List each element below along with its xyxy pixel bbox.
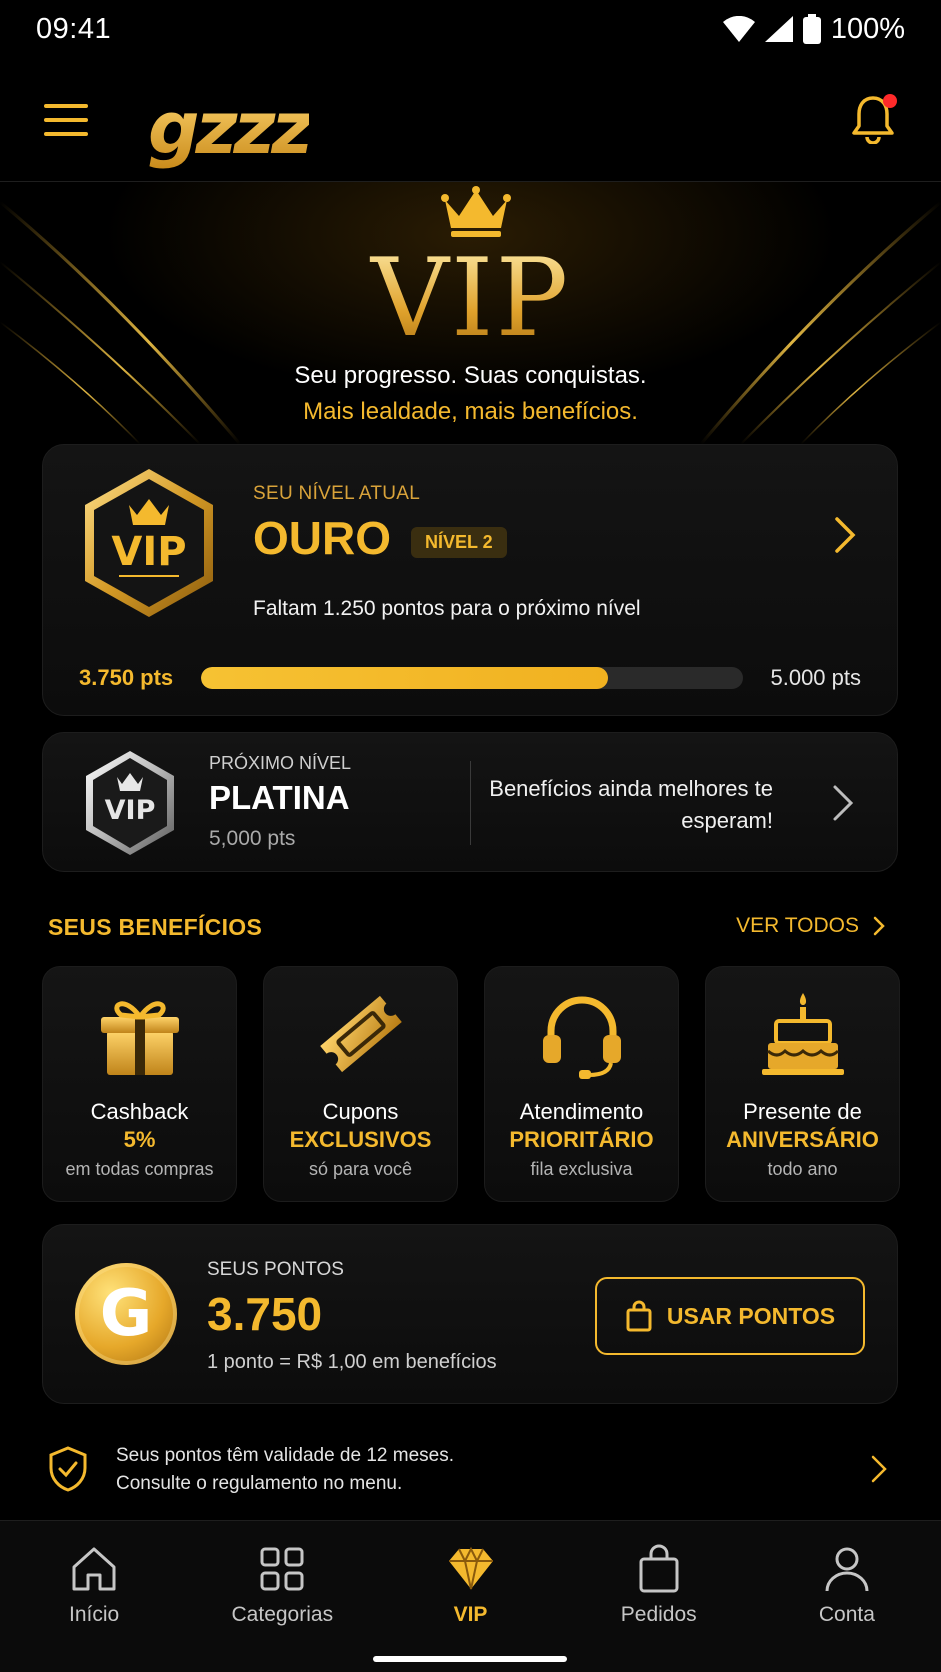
points-conversion-rule: 1 ponto = R$ 1,00 em benefícios xyxy=(207,1351,497,1373)
vip-hero: VIP Seu progresso. Suas conquistas. Mais… xyxy=(0,182,941,444)
notice-line-2: Consulte o regulamento no menu. xyxy=(116,1473,403,1494)
next-level-name: PLATINA xyxy=(209,779,350,816)
benefit-caption: todo ano xyxy=(767,1159,838,1179)
status-bar: 09:41 100% xyxy=(0,0,941,58)
hero-tagline: Mais lealdade, mais benefícios. xyxy=(303,398,638,425)
person-icon xyxy=(825,1547,869,1592)
benefit-highlight: EXCLUSIVOS xyxy=(289,1127,432,1152)
bag-icon xyxy=(639,1544,679,1593)
nav-item-account[interactable]: Conta xyxy=(753,1521,941,1672)
level-number-badge: NÍVEL 2 xyxy=(411,527,507,558)
chevron-right-icon xyxy=(871,1455,887,1483)
points-label: SEUS PONTOS xyxy=(207,1259,344,1280)
home-indicator[interactable] xyxy=(373,1656,567,1662)
menu-icon[interactable] xyxy=(44,104,88,140)
next-level-message: Benefícios ainda melhores te esperam! xyxy=(489,776,773,833)
nav-item-orders[interactable]: Pedidos xyxy=(565,1521,753,1672)
gift-icon xyxy=(101,1001,179,1075)
divider xyxy=(470,761,471,845)
use-points-button[interactable]: USAR PONTOS xyxy=(595,1277,865,1355)
benefit-card-coupons[interactable]: Cupons EXCLUSIVOS só para você xyxy=(263,966,458,1202)
cake-icon xyxy=(762,993,844,1075)
nav-label: Pedidos xyxy=(620,1603,697,1626)
current-level-card[interactable]: VIP SEU NÍVEL ATUAL OURO NÍVEL 2 Faltam … xyxy=(42,444,898,716)
notification-dot xyxy=(883,94,897,108)
points-remaining-text: Faltam 1.250 pontos para o próximo nível xyxy=(253,597,641,620)
use-points-label: USAR PONTOS xyxy=(666,1302,836,1329)
benefit-title: Atendimento xyxy=(519,1099,644,1124)
shield-check-icon xyxy=(49,1446,87,1492)
vip-platinum-badge-icon: VIP xyxy=(86,751,174,855)
wifi-icon xyxy=(722,16,755,42)
signal-icon xyxy=(764,16,793,42)
benefits-grid: Cashback 5% em todas compras Cupons EXCL… xyxy=(42,966,900,1202)
next-level-points: 5,000 pts xyxy=(209,827,296,850)
app-logo[interactable]: gzzz xyxy=(148,86,313,170)
headset-icon xyxy=(543,996,621,1079)
badge-vip-text: VIP xyxy=(105,795,156,826)
benefit-caption: fila exclusiva xyxy=(530,1159,633,1179)
nav-label: Categorias xyxy=(231,1603,334,1626)
current-points: 3.750 pts xyxy=(79,665,174,690)
battery-percent: 100% xyxy=(830,12,905,45)
badge-vip-text: VIP xyxy=(111,529,186,575)
chevron-right-icon[interactable] xyxy=(833,515,857,555)
status-icons: 100% xyxy=(722,12,905,46)
crown-icon xyxy=(441,186,511,237)
notice-line-1: Seus pontos têm validade de 12 meses. xyxy=(116,1445,454,1466)
see-all-label: VER TODOS xyxy=(736,914,859,937)
nav-label: Início xyxy=(69,1603,120,1626)
benefit-title: Cupons xyxy=(322,1099,399,1124)
benefit-title: Presente de xyxy=(743,1099,862,1124)
diamond-icon xyxy=(448,1546,493,1590)
benefit-card-birthday[interactable]: Presente de ANIVERSÁRIO todo ano xyxy=(705,966,900,1202)
benefit-caption: em todas compras xyxy=(65,1159,214,1179)
next-level-card[interactable]: VIP PRÓXIMO NÍVEL PLATINA 5,000 pts Bene… xyxy=(42,732,898,872)
nav-item-vip[interactable]: VIP xyxy=(376,1521,564,1672)
see-all-benefits-link[interactable]: VER TODOS xyxy=(736,914,885,938)
home-icon xyxy=(72,1547,116,1591)
bottom-navigation: Início Categorias VIP Pedidos Conta xyxy=(0,1520,941,1672)
notice-text: Seus pontos têm validade de 12 meses. Co… xyxy=(116,1442,454,1498)
chevron-right-icon xyxy=(873,916,885,936)
benefit-highlight: ANIVERSÁRIO xyxy=(726,1127,879,1152)
points-validity-notice[interactable]: Seus pontos têm validade de 12 meses. Co… xyxy=(48,1438,898,1500)
shopping-bag-icon xyxy=(626,1300,652,1332)
current-level-name: OURO xyxy=(253,512,391,564)
chevron-right-icon[interactable] xyxy=(831,783,855,823)
vip-gold-badge-icon: VIP xyxy=(85,469,213,617)
vip-title: VIP xyxy=(0,236,941,361)
status-time: 09:41 xyxy=(36,12,112,45)
points-coin-icon: G xyxy=(75,1263,177,1365)
nav-label: VIP xyxy=(453,1603,488,1626)
points-value: 3.750 xyxy=(207,1288,323,1340)
benefit-highlight: 5% xyxy=(123,1127,156,1152)
benefit-highlight: PRIORITÁRIO xyxy=(509,1127,654,1152)
points-card: G SEUS PONTOS 3.750 1 ponto = R$ 1,00 em… xyxy=(42,1224,898,1404)
nav-item-home[interactable]: Início xyxy=(0,1521,188,1672)
ticket-icon xyxy=(320,995,402,1073)
nav-item-categories[interactable]: Categorias xyxy=(188,1521,376,1672)
benefit-card-cashback[interactable]: Cashback 5% em todas compras xyxy=(42,966,237,1202)
progress-fill xyxy=(201,667,608,689)
app-header: gzzz xyxy=(0,70,941,182)
level-progress-bar xyxy=(201,667,743,689)
nav-label: Conta xyxy=(818,1603,875,1626)
current-level-label: SEU NÍVEL ATUAL xyxy=(253,483,421,504)
benefit-card-support[interactable]: Atendimento PRIORITÁRIO fila exclusiva xyxy=(484,966,679,1202)
benefit-caption: só para você xyxy=(308,1159,413,1179)
hero-subtitle: Seu progresso. Suas conquistas. xyxy=(294,362,647,389)
battery-icon xyxy=(802,14,821,44)
target-points: 5.000 pts xyxy=(770,665,861,690)
benefits-section-title: SEUS BENEFÍCIOS xyxy=(48,914,263,940)
grid-icon xyxy=(260,1547,304,1591)
benefit-title: Cashback xyxy=(90,1099,189,1124)
notification-bell-icon[interactable] xyxy=(851,94,899,146)
next-level-label: PRÓXIMO NÍVEL xyxy=(209,753,352,773)
